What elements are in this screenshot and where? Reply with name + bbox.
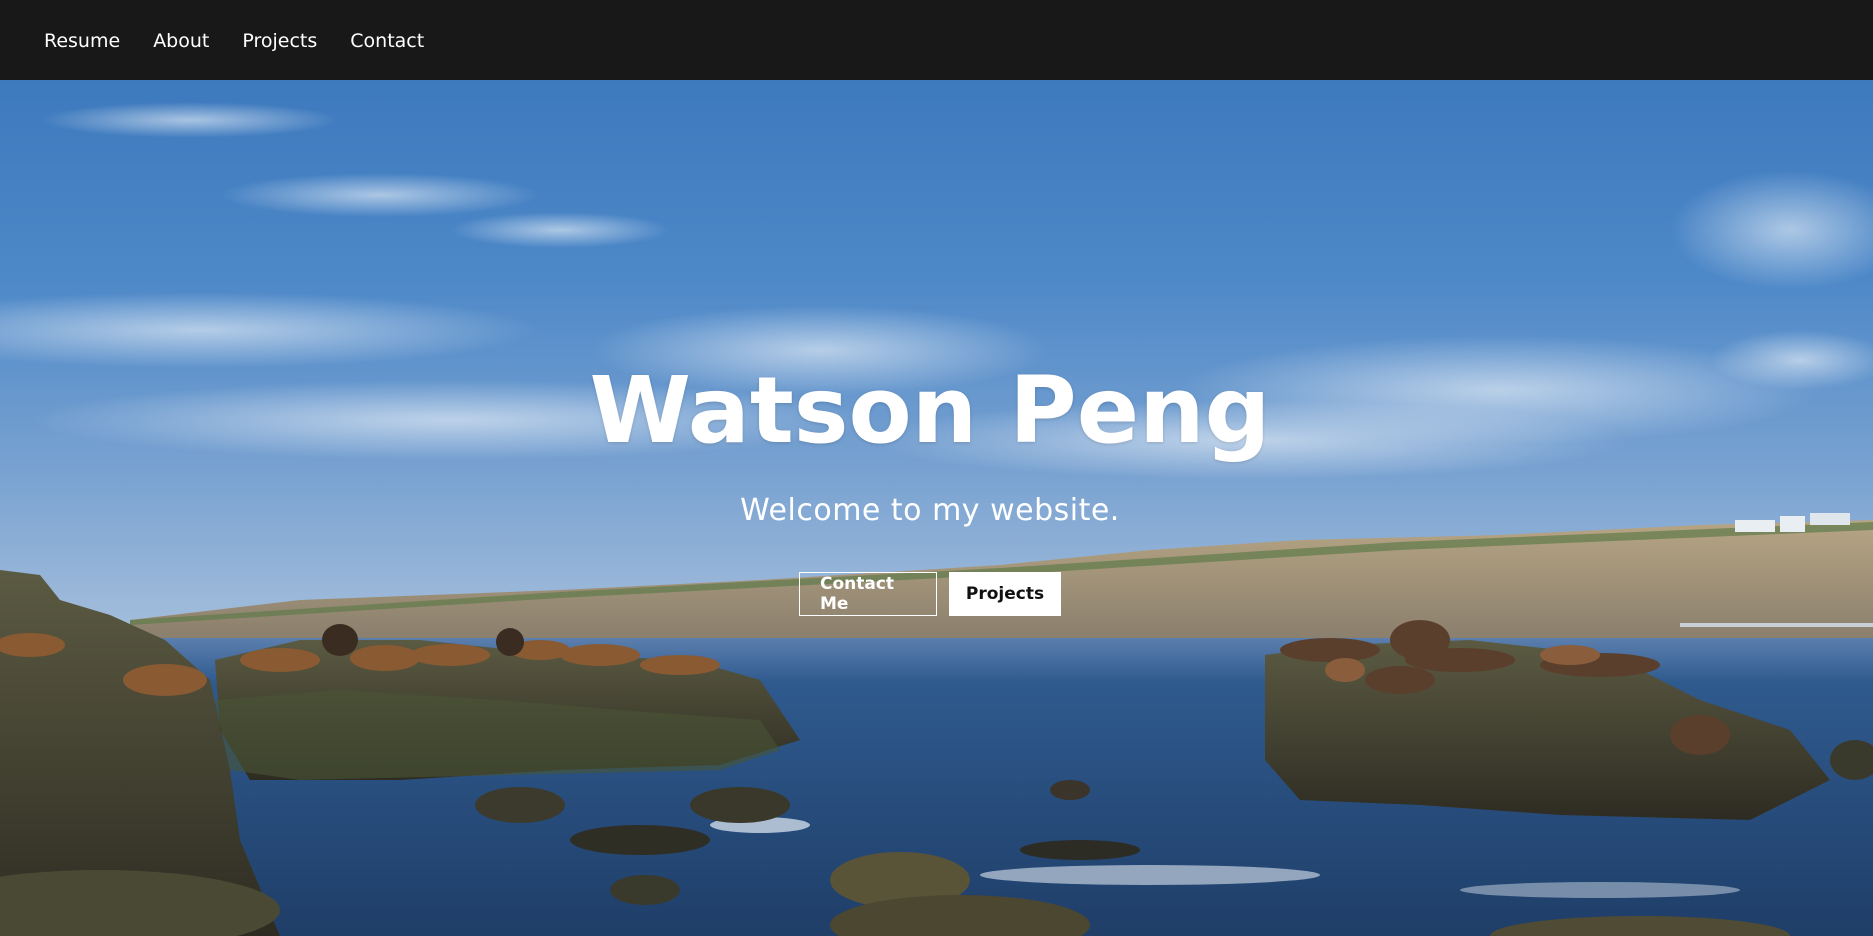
nav-item-resume[interactable]: Resume [44, 30, 120, 52]
hero-content: Watson Peng Welcome to my website. Conta… [0, 80, 1873, 936]
nav-item-about[interactable]: About [153, 30, 209, 52]
top-navbar: Resume About Projects Contact [0, 0, 1873, 80]
nav-item-projects[interactable]: Projects [242, 30, 317, 52]
hero-title: Watson Peng [589, 357, 1271, 464]
page: Resume About Projects Contact Watson Pen… [0, 0, 1873, 936]
nav-item-contact[interactable]: Contact [350, 30, 424, 52]
nav-list: Resume About Projects Contact [0, 29, 457, 52]
projects-button[interactable]: Projects [949, 572, 1061, 616]
hero-buttons: Contact Me Projects [0, 572, 1860, 616]
contact-me-button[interactable]: Contact Me [799, 572, 937, 616]
hero-section: Watson Peng Welcome to my website. Conta… [0, 80, 1873, 936]
hero-subtitle: Welcome to my website. [740, 493, 1120, 528]
